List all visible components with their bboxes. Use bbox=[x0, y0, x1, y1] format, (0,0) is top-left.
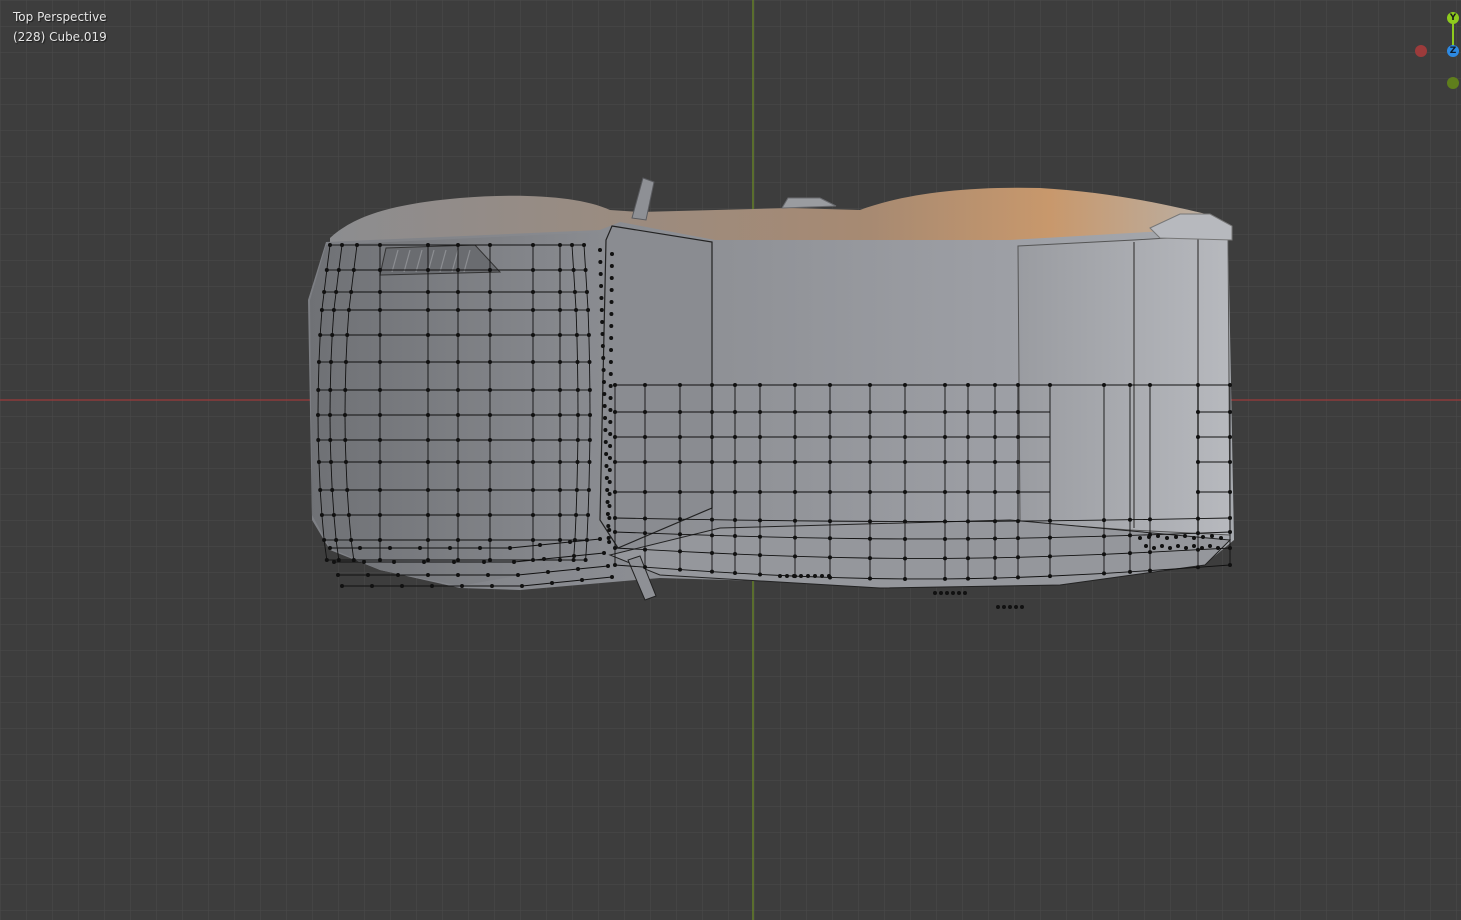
car-model bbox=[308, 177, 1234, 609]
navigation-gizmo[interactable]: Y Z bbox=[1408, 8, 1461, 98]
car-front bbox=[310, 232, 605, 586]
3d-viewport[interactable]: Top Perspective (228) Cube.019 Y Z bbox=[0, 0, 1461, 920]
gizmo-z-icon[interactable]: Z bbox=[1447, 45, 1459, 57]
gizmo-y-label: Y bbox=[1449, 13, 1457, 23]
viewport-scene bbox=[0, 0, 1461, 920]
gizmo-z-label: Z bbox=[1449, 46, 1457, 56]
windshield bbox=[599, 225, 713, 549]
gizmo-x-negative-icon[interactable] bbox=[1415, 45, 1427, 57]
object-info-label: (228) Cube.019 bbox=[13, 30, 107, 44]
gizmo-y-negative-icon[interactable] bbox=[1447, 77, 1459, 89]
view-name-label: Top Perspective bbox=[13, 10, 107, 24]
gizmo-y-icon[interactable]: Y bbox=[1447, 12, 1459, 24]
